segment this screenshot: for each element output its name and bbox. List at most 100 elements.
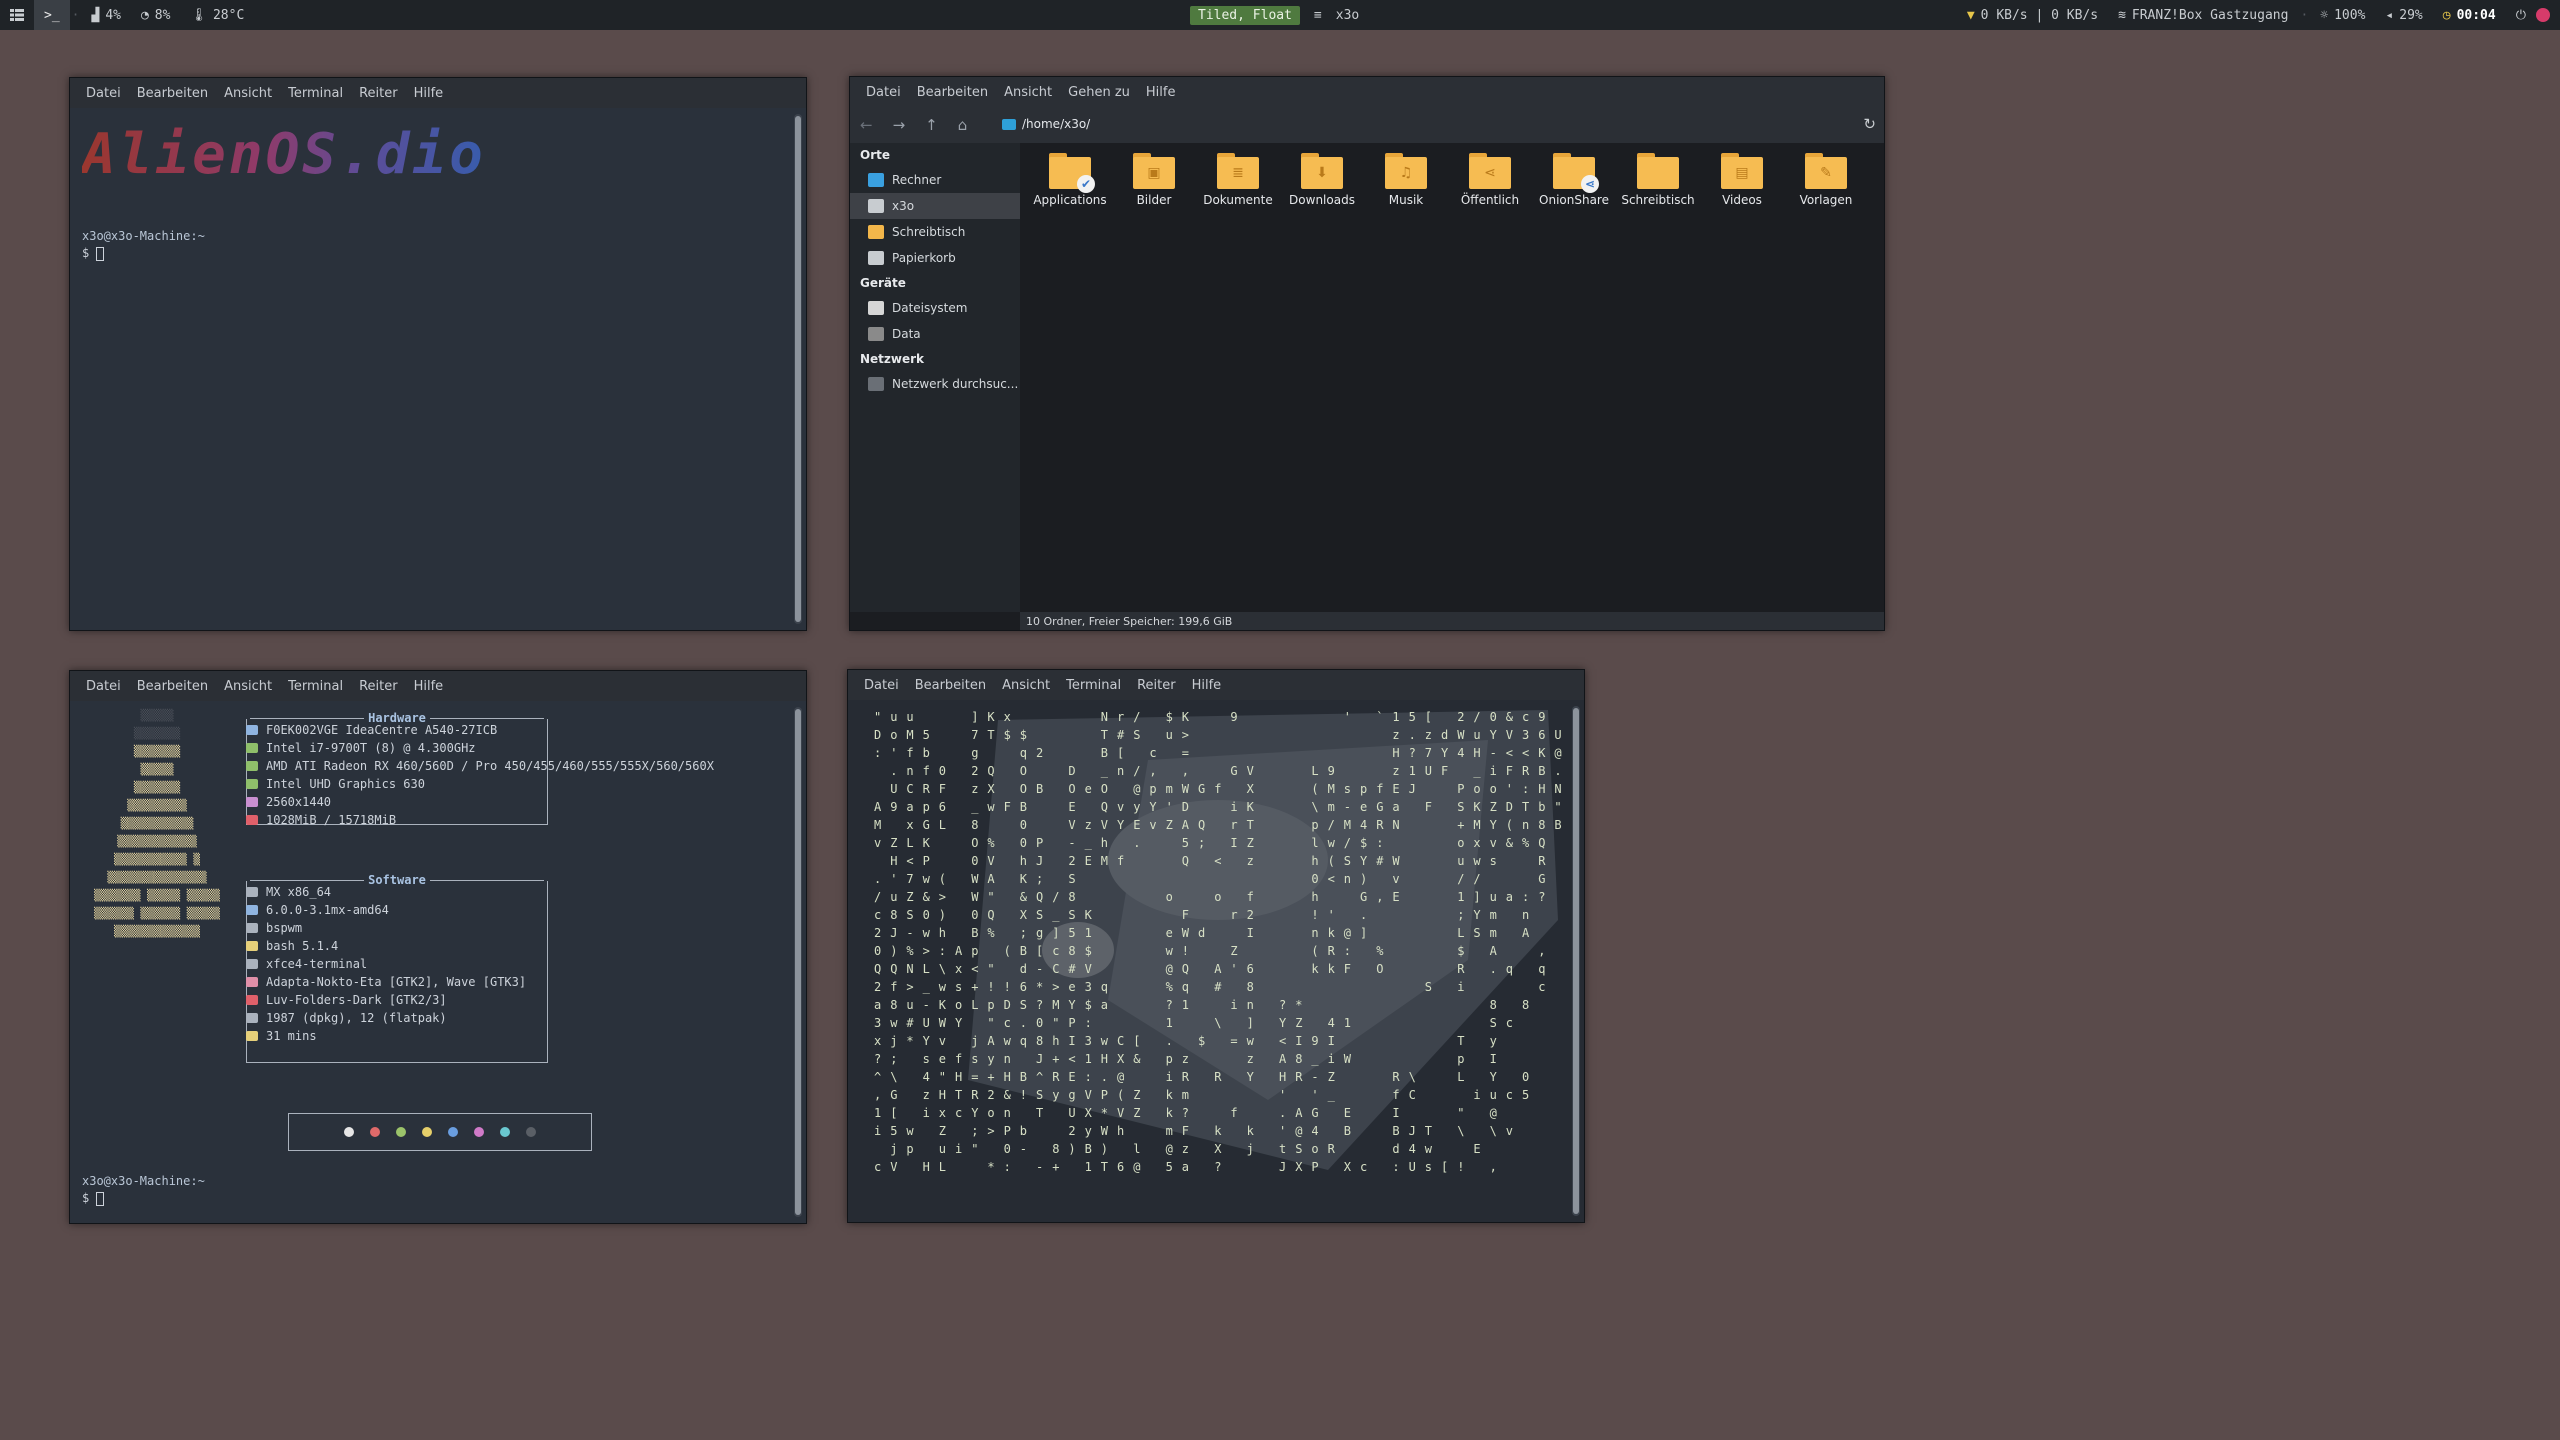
terminal-output[interactable]: ▒▒▒▒▒ ▒▒▒▒▒▒▒ ▒▒▒▒▒▒▒ ▒▒▒▒▒ ▒▒▒▒▒▒▒ ▒▒▒▒▒▒▒▒▒… <box>70 701 806 1223</box>
sidebar-section-header: Netzwerk <box>860 352 925 366</box>
reload-icon[interactable]: ↻ <box>1863 115 1876 133</box>
menu-reiter[interactable]: Reiter <box>1129 678 1184 693</box>
matrix-column: 2 B P J ; Q S g [ - * ? 0 8 J ^ S T - <box>1036 746 1044 1174</box>
matrix-column: u M f n C a x L < 7 Z S - % N > u # * w … <box>906 710 914 1156</box>
folder-label: Vorlagen <box>1799 193 1853 207</box>
scrollbar[interactable] <box>794 114 802 624</box>
workspace-menu[interactable] <box>0 0 34 30</box>
folder-icon: ✔ <box>1049 153 1095 193</box>
fm-menu-item[interactable]: Datei <box>858 85 909 100</box>
matrix-column: ` f G R : # , % O <box>1376 710 1384 976</box>
fm-menu-item[interactable]: Hilfe <box>1138 85 1184 100</box>
terminal-window-neofetch[interactable]: Datei Bearbeiten Ansicht Terminal Reiter… <box>69 670 807 1224</box>
menu-datei[interactable]: Datei <box>78 679 129 694</box>
hardware-list: F0EK002VGE IdeaCentre A540-27ICB Intel i7… <box>246 721 714 829</box>
folder-item[interactable]: ⋖ OnionShare <box>1532 153 1616 207</box>
volume-widget[interactable]: ◂ 29% <box>2375 0 2432 30</box>
home-icon[interactable]: ⌂ <box>958 116 968 134</box>
software-bullet-icon <box>246 887 258 897</box>
menu-reiter[interactable]: Reiter <box>351 679 406 694</box>
sidebar-item-label: Netzwerk durchsuc... <box>892 377 1019 391</box>
sidebar-item[interactable]: Netzwerk durchsuc... <box>850 371 1020 397</box>
avatar-icon <box>2536 8 2550 22</box>
menu-hilfe[interactable]: Hilfe <box>406 679 452 694</box>
folder-icon: ▣ <box>1133 153 1175 189</box>
menu-bearbeiten[interactable]: Bearbeiten <box>907 678 994 693</box>
active-workspace[interactable]: >_ <box>34 0 70 30</box>
matrix-rain-output[interactable]: " D : A M v . / c 2 0 Q 2 a 3 x ? ^ , 1 … <box>848 700 1584 1222</box>
brightness-widget[interactable]: ☼ 100% <box>2310 0 2375 30</box>
folder-item[interactable]: ✎ Vorlagen <box>1784 153 1868 207</box>
sidebar-item[interactable]: Dateisystem <box>850 295 1020 321</box>
folder-icon: ▤ <box>1721 153 1763 189</box>
back-icon[interactable]: ← <box>860 116 873 134</box>
volume-value: 29% <box>2399 7 2423 23</box>
matrix-column: x $ F ( ! D c w n H & n P 0 : <box>1003 710 1011 1174</box>
terminal-window-logo[interactable]: Datei Bearbeiten Ansicht Terminal Reiter… <box>69 77 807 631</box>
power-button[interactable]: ⏻ <box>2506 0 2536 30</box>
terminal-window-matrix[interactable]: Datei Bearbeiten Ansicht Terminal Reiter… <box>847 669 1585 1223</box>
menu-terminal[interactable]: Terminal <box>280 679 351 694</box>
home-icon <box>868 199 884 213</box>
menu-datei[interactable]: Datei <box>856 678 907 693</box>
folder-item[interactable]: ▤ Videos <box>1700 153 1784 207</box>
folder-item[interactable]: ♫ Musik <box>1364 153 1448 207</box>
sidebar-item-label: Rechner <box>892 173 942 187</box>
scrollbar[interactable] <box>1572 706 1580 1216</box>
temp-widget: 🌡 28°C <box>180 0 254 30</box>
menu-ansicht[interactable]: Ansicht <box>216 86 280 101</box>
folder-item[interactable]: ✔ Applications <box>1028 153 1112 207</box>
menu-bearbeiten[interactable]: Bearbeiten <box>129 86 216 101</box>
folder-item[interactable]: ⋖ Öffentlich <box>1448 153 1532 207</box>
menu-hilfe[interactable]: Hilfe <box>1184 678 1230 693</box>
folder-item[interactable]: ⬇ Downloads <box>1280 153 1364 207</box>
software-bullet-icon <box>246 1031 258 1041</box>
hardware-row: AMD ATI Radeon RX 460/560D / Pro 450/455… <box>246 757 714 775</box>
folder-item[interactable]: Schreibtisch <box>1616 153 1700 207</box>
brightness-value: 100% <box>2334 7 2366 23</box>
text-cursor <box>96 1191 105 1206</box>
file-manager-window[interactable]: Datei Bearbeiten Ansicht Gehen zu Hilfe ← → … <box>849 76 1885 631</box>
up-icon[interactable]: ↑ <box>925 116 938 134</box>
sidebar-item[interactable]: x3o <box>850 193 1020 219</box>
menu-terminal[interactable]: Terminal <box>1058 678 1129 693</box>
matrix-column: L ( \ p l h 0 h ! n ( k 9 _ - ' G 4 o P <box>1311 764 1319 1174</box>
clock-widget[interactable]: ◷ 00:04 <box>2433 0 2506 30</box>
menu-datei[interactable]: Datei <box>78 86 129 101</box>
fm-icon-view[interactable]: ✔ Applications ▣ Bilder ≣ Dokumente ⬇ Downloads… <box>1020 143 1884 612</box>
menu-ansicht[interactable]: Ansicht <box>216 679 280 694</box>
fm-menu-item[interactable]: Bearbeiten <box>909 85 996 100</box>
matrix-column: d Y F [ <box>1441 728 1449 1174</box>
sidebar-item[interactable]: Data <box>850 321 1020 347</box>
matrix-column: 5 . ? 1 J \ C J 4 U <box>1408 710 1416 1174</box>
menu-ansicht[interactable]: Ansicht <box>994 678 1058 693</box>
folder-item[interactable]: ≣ Dokumente <box>1196 153 1280 207</box>
terminal-output[interactable]: AlienOS.dio x3o@x3o-Machine:~ $ <box>70 108 806 630</box>
menu-reiter[interactable]: Reiter <box>351 86 406 101</box>
window-title[interactable]: x3o <box>1336 8 1359 23</box>
location-bar[interactable]: /home/x3o/ ↻ <box>1002 111 1876 137</box>
folder-item[interactable]: ▣ Bilder <box>1112 153 1196 207</box>
forward-icon[interactable]: → <box>893 116 906 134</box>
wifi-name: FRANZ!Box Gastzugang <box>2131 7 2289 23</box>
sidebar-item[interactable]: Rechner <box>850 167 1020 193</box>
matrix-column: V X K T Z z f 2 I 6 8 n ] w z Y k j <box>1246 764 1254 1156</box>
hardware-row: 2560x1440 <box>246 793 714 811</box>
sidebar-item[interactable]: Schreibtisch <box>850 219 1020 245</box>
user-avatar[interactable] <box>2536 0 2560 30</box>
sidebar-item[interactable]: Papierkorb <box>850 245 1020 271</box>
hardware-bullet-icon <box>246 779 258 789</box>
menu-terminal[interactable]: Terminal <box>280 86 351 101</box>
hardware-value: Intel i7-9700T (8) @ 4.300GHz <box>266 741 476 755</box>
menu-bearbeiten[interactable]: Bearbeiten <box>129 679 216 694</box>
matrix-column: K T Q X w % V A " Q % " ! p " A y + 2 o … <box>987 710 995 1174</box>
scrollbar[interactable] <box>794 707 802 1217</box>
fm-menu-item[interactable]: Ansicht <box>996 85 1060 100</box>
layout-indicator[interactable]: Tiled, Float <box>1190 5 1300 25</box>
matrix-column: 2 W 4 P S + o u / 1 ; L $ R i T p L " \ … <box>1457 710 1465 1174</box>
wifi-widget[interactable]: ≋ FRANZ!Box Gastzugang <box>2108 0 2298 30</box>
fm-menu-item[interactable]: Gehen zu <box>1060 85 1138 100</box>
menu-hilfe[interactable]: Hilfe <box>406 86 452 101</box>
hardware-row: Intel i7-9700T (8) @ 4.300GHz <box>246 739 714 757</box>
folder-label: Öffentlich <box>1460 193 1520 207</box>
